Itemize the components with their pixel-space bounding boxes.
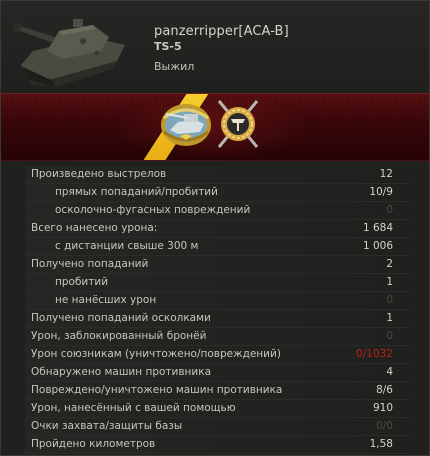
- stat-label: Получено попаданий: [31, 258, 149, 270]
- stat-row: Повреждено/уничтожено машин противника 8/…: [25, 382, 409, 400]
- stat-value: 0/0: [376, 420, 393, 432]
- stat-value: 0: [386, 204, 393, 216]
- stat-value: 0: [386, 294, 393, 306]
- stat-value: 910: [372, 402, 393, 414]
- stat-value: 1: [386, 276, 393, 288]
- stat-value: 10/9: [369, 186, 393, 198]
- stat-row: Урон, нанесённый с вашей помощью 910: [25, 400, 409, 418]
- vehicle-name: TS-5: [154, 40, 182, 53]
- stat-label: осколочно-фугасных повреждений: [55, 204, 251, 216]
- stat-value: 8/6: [376, 384, 393, 396]
- stat-value: 4: [386, 366, 393, 378]
- stat-value: 1: [386, 312, 393, 324]
- stat-row: Урон, заблокированный бронёй 0: [25, 328, 409, 346]
- stat-label: Произведено выстрелов: [31, 168, 167, 180]
- stat-value: 1 684: [362, 222, 393, 234]
- vehicle-status: Выжил: [154, 60, 195, 73]
- stat-row: Произведено выстрелов 12: [25, 166, 409, 184]
- stat-label: Пройдено километров: [31, 438, 156, 450]
- vehicle-header: panzerripper[ACA-B] TS-5 Выжил: [1, 1, 429, 93]
- stat-row: осколочно-фугасных повреждений 0: [25, 202, 409, 220]
- stat-value: 12: [379, 168, 393, 180]
- stat-label: Очки захвата/защиты базы: [31, 420, 183, 432]
- stat-row: пробитий 1: [25, 274, 409, 292]
- stat-label: не нанёсших урон: [55, 294, 157, 306]
- stat-label: Всего нанесено урона:: [31, 222, 158, 234]
- stat-value: 1,58: [369, 438, 393, 450]
- stat-row: Пройдено километров 1,58: [25, 436, 409, 454]
- stat-label: Повреждено/уничтожено машин противника: [31, 384, 283, 396]
- stat-label: Урон, нанесённый с вашей помощью: [31, 402, 236, 414]
- stat-label: пробитий: [55, 276, 109, 288]
- stat-label: Обнаружено машин противника: [31, 366, 212, 378]
- stat-row: Урон союзникам (уничтожено/повреждений) 0…: [25, 346, 409, 364]
- tank-medal-icon[interactable]: [158, 100, 214, 150]
- battle-results-panel: panzerripper[ACA-B] TS-5 Выжил Произведе…: [0, 0, 430, 456]
- stat-label: прямых попаданий/пробитий: [55, 186, 218, 198]
- crossed-swords-medal-icon[interactable]: [213, 97, 263, 151]
- stat-label: Урон союзникам (уничтожено/повреждений): [31, 348, 281, 360]
- stat-row: Обнаружено машин противника 4: [25, 364, 409, 382]
- stat-row: с дистанции свыше 300 м 1 006: [25, 238, 409, 256]
- stat-row: прямых попаданий/пробитий 10/9: [25, 184, 409, 202]
- stat-value: 0: [386, 330, 393, 342]
- stat-label: с дистанции свыше 300 м: [55, 240, 199, 252]
- stat-row: Всего нанесено урона: 1 684: [25, 220, 409, 238]
- player-name: panzerripper[ACA-B]: [154, 24, 289, 39]
- stat-label: Получено попаданий осколками: [31, 312, 211, 324]
- battle-stats-table: Произведено выстрелов 12 прямых попаданий/…: [25, 166, 409, 454]
- stat-value: 0/1032: [356, 348, 393, 360]
- tank-icon: [13, 19, 125, 87]
- stat-row: Получено попаданий осколками 1: [25, 310, 409, 328]
- stat-value: 2: [386, 258, 393, 270]
- stat-row: не нанёсших урон 0: [25, 292, 409, 310]
- stat-value: 1 006: [362, 240, 393, 252]
- stat-label: Урон, заблокированный бронёй: [31, 330, 207, 342]
- stat-row: Очки захвата/защиты базы 0/0: [25, 418, 409, 436]
- stat-row: Получено попаданий 2: [25, 256, 409, 274]
